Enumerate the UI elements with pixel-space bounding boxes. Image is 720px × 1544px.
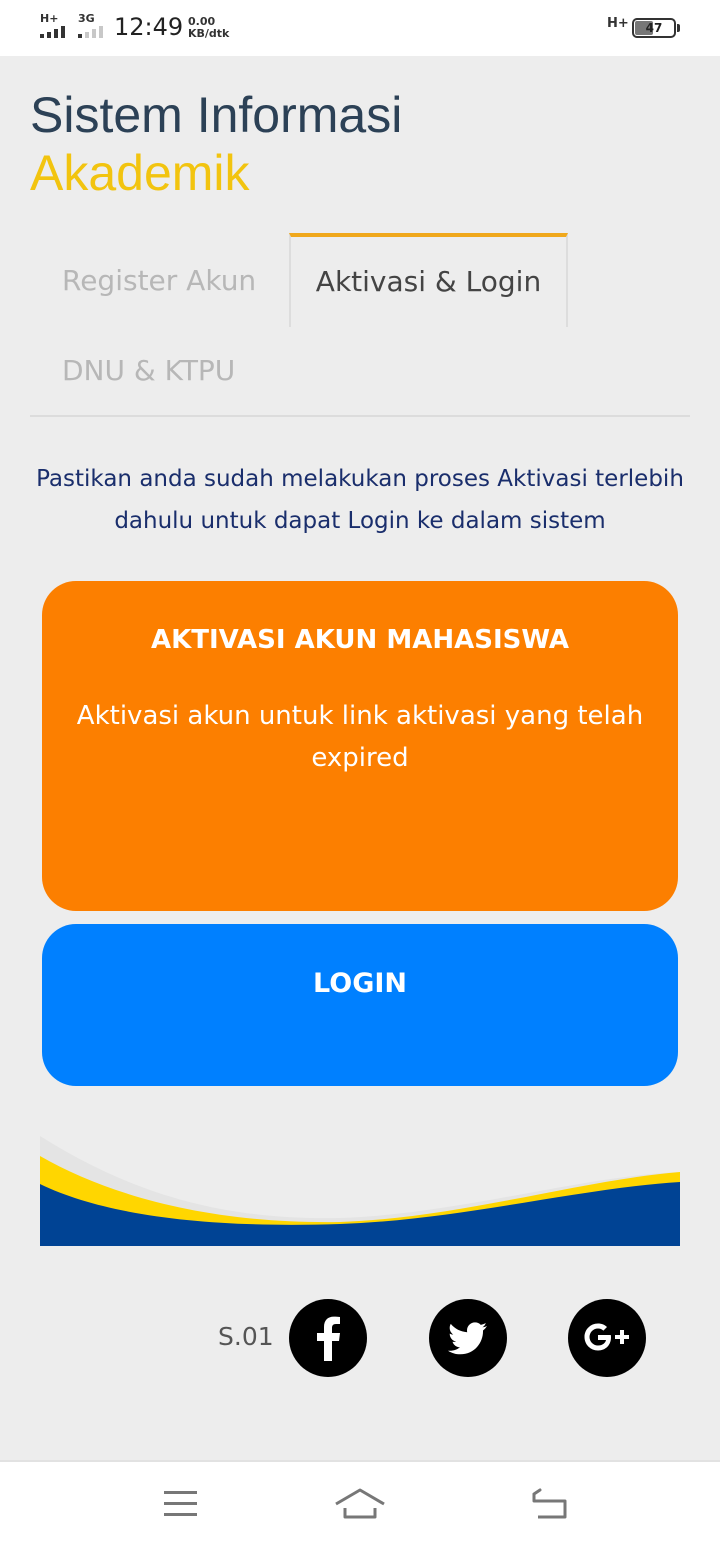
tab-register-akun[interactable]: Register Akun [62, 264, 256, 297]
status-bar: H+ 3G 12:49 0.00 KB/dtk H+ 47 [0, 0, 720, 56]
home-icon[interactable] [330, 1480, 390, 1528]
battery-icon: 47 [632, 18, 676, 38]
clock-time: 12:49 [114, 13, 184, 41]
back-icon[interactable] [520, 1480, 580, 1528]
activation-button[interactable]: AKTIVASI AKUN MAHASISWA Aktivasi akun un… [42, 581, 678, 911]
login-button[interactable]: LOGIN [42, 924, 678, 1086]
tab-dnu-ktpu[interactable]: DNU & KTPU [62, 354, 235, 387]
signal-strength-icon [40, 26, 65, 38]
battery-level: 47 [645, 21, 663, 35]
network-type-right: H+ [607, 16, 629, 31]
wave-decoration [40, 1136, 680, 1246]
activation-title: AKTIVASI AKUN MAHASISWA [151, 625, 569, 655]
facebook-icon[interactable] [289, 1299, 367, 1377]
version-label: S.01 [218, 1322, 274, 1351]
signal-strength-icon-2 [78, 26, 103, 38]
network-speed: 0.00 KB/dtk [188, 16, 229, 40]
network-speed-unit: KB/dtk [188, 27, 230, 40]
twitter-icon[interactable] [429, 1299, 507, 1377]
network-type-label: H+ [40, 12, 59, 25]
google-plus-icon[interactable] [568, 1299, 646, 1377]
tabs-divider [30, 415, 690, 417]
navigation-bar [0, 1460, 720, 1544]
battery-nub [677, 24, 680, 32]
page-title-line2: Akademik [30, 145, 250, 201]
network-type-label-2: 3G [78, 12, 95, 25]
page-title-line1: Sistem Informasi [30, 87, 403, 143]
activation-description: Aktivasi akun untuk link aktivasi yang t… [76, 701, 644, 773]
login-title: LOGIN [313, 968, 407, 999]
intro-text: Pastikan anda sudah melakukan proses Akt… [36, 466, 684, 534]
menu-icon[interactable] [150, 1480, 210, 1528]
tab-aktivasi-login[interactable]: Aktivasi & Login [289, 233, 568, 327]
